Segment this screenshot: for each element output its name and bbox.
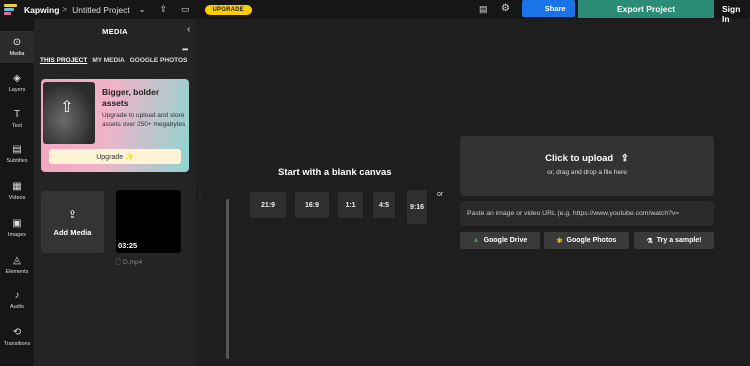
- media-url-input[interactable]: [460, 201, 714, 226]
- nav-label: Text: [11, 123, 23, 129]
- chevron-left-icon[interactable]: ‹: [187, 24, 190, 35]
- upload-title: Click to upload ⇪: [460, 153, 714, 164]
- sign-in-link[interactable]: Sign In: [722, 4, 750, 24]
- upload-icon: ⇪: [620, 153, 629, 164]
- transitions-icon: ⟲: [12, 327, 22, 338]
- chevron-down-icon[interactable]: ⌄: [139, 5, 146, 14]
- google-photos-label: Google Photos: [566, 237, 617, 244]
- media-panel: MEDIA ‹ ••• THIS PROJECT MY MEDIA GOOGLE…: [34, 19, 229, 366]
- upload-dropzone[interactable]: Click to upload ⇪ or, drag and drop a fi…: [460, 136, 714, 196]
- media-tabs: THIS PROJECT MY MEDIA GOOGLE PHOTOS: [40, 57, 187, 64]
- nav-label: Transitions: [3, 341, 31, 347]
- nav-label: Media: [9, 51, 25, 57]
- ratio-4-5-button[interactable]: 4:5: [373, 192, 395, 218]
- subtitles-icon: ▤: [12, 144, 22, 155]
- clip-name-label: D.mp4: [123, 259, 143, 266]
- gear-icon[interactable]: ⚙: [501, 3, 510, 14]
- nav-item-videos[interactable]: ▦ Videos: [0, 175, 34, 207]
- promo-description: Upgrade to upload and store assets over …: [102, 112, 186, 128]
- breadcrumb-separator: >: [62, 5, 68, 14]
- ratio-1-1-button[interactable]: 1:1: [338, 192, 363, 218]
- panel-resize-handle[interactable]: ⋮: [197, 190, 203, 197]
- brand-name[interactable]: Kapwing: [24, 5, 59, 15]
- file-icon: 🗋: [116, 259, 122, 266]
- add-media-label: Add Media: [53, 227, 92, 237]
- upload-title-label: Click to upload: [545, 153, 614, 164]
- nav-item-elements[interactable]: ◬ Elements: [0, 249, 34, 281]
- nav-label: Elements: [5, 269, 29, 275]
- subtitle-card-icon[interactable]: ▭: [181, 4, 190, 15]
- layers-icon: ◈: [13, 73, 21, 84]
- upload-icon: ⇪: [67, 208, 78, 221]
- ratio-9-16-button[interactable]: 9:16: [407, 190, 427, 224]
- media-clip-thumbnail[interactable]: 03:25: [116, 190, 181, 253]
- project-title[interactable]: Untitled Project: [72, 5, 130, 15]
- blank-canvas-title: Start with a blank canvas: [278, 167, 392, 178]
- tab-my-media[interactable]: MY MEDIA: [92, 57, 124, 64]
- add-user-icon: 👤: [531, 4, 541, 13]
- upload-icon[interactable]: ⇪: [159, 4, 167, 15]
- google-photos-icon: ✻: [556, 237, 563, 245]
- nav-label: Videos: [8, 195, 26, 201]
- text-icon: T: [13, 109, 21, 120]
- nav-label: Layers: [8, 87, 26, 93]
- nav-item-subtitles[interactable]: ▤ Subtitles: [0, 138, 34, 170]
- share-button[interactable]: 👤 Share: [522, 0, 575, 17]
- ratio-21-9-button[interactable]: 21:9: [250, 192, 286, 218]
- media-icon: ⊙: [12, 37, 22, 48]
- upgrade-promo-card: ⇧ Bigger, bolder assets Upgrade to uploa…: [41, 79, 189, 172]
- export-project-button[interactable]: Export Project: [578, 0, 714, 18]
- nav-item-audio[interactable]: ♪ Audio: [0, 284, 34, 316]
- nav-item-media[interactable]: ⊙ Media: [0, 31, 34, 63]
- audio-icon: ♪: [14, 290, 20, 301]
- kapwing-logo-icon[interactable]: [4, 3, 18, 16]
- videos-icon: ▦: [12, 181, 22, 192]
- left-nav: ⊙ Media ◈ Layers T Text ▤ Subtitles ▦ Vi…: [0, 19, 34, 366]
- google-photos-button[interactable]: ✻ Google Photos: [544, 232, 629, 249]
- more-options-icon[interactable]: •••: [182, 45, 188, 54]
- nav-label: Images: [7, 232, 27, 238]
- panel-title: MEDIA: [102, 27, 128, 36]
- add-media-button[interactable]: ⇪ Add Media: [41, 191, 104, 253]
- flask-icon: ⚗: [646, 237, 653, 245]
- panel-scrollbar[interactable]: [226, 199, 229, 359]
- google-drive-label: Google Drive: [483, 237, 528, 244]
- tab-google-photos[interactable]: GOOGLE PHOTOS: [130, 57, 188, 64]
- ratio-16-9-button[interactable]: 16:9: [295, 192, 329, 218]
- try-sample-label: Try a sample!: [656, 237, 702, 244]
- nav-item-transitions[interactable]: ⟲ Transitions: [0, 321, 34, 353]
- comment-icon[interactable]: ▤: [479, 4, 488, 15]
- nav-label: Audio: [9, 304, 25, 310]
- nav-item-images[interactable]: ▣ Images: [0, 212, 34, 244]
- google-drive-icon: ▲: [472, 237, 480, 244]
- images-icon: ▣: [12, 218, 22, 229]
- promo-title: Bigger, bolder assets: [102, 87, 160, 108]
- tab-this-project[interactable]: THIS PROJECT: [40, 57, 87, 64]
- elements-icon: ◬: [13, 255, 21, 266]
- share-label: Share: [544, 4, 566, 13]
- or-label: or: [437, 191, 444, 198]
- upload-subtitle: or, drag and drop a file here: [547, 169, 627, 176]
- nav-item-layers[interactable]: ◈ Layers: [0, 67, 34, 99]
- upgrade-button[interactable]: UPGRADE: [204, 4, 252, 15]
- nav-item-text[interactable]: T Text: [0, 103, 34, 135]
- google-drive-button[interactable]: ▲ Google Drive: [460, 232, 540, 249]
- clip-filename: 🗋 D.mp4: [116, 258, 142, 269]
- upload-arrow-icon: ⇧: [60, 99, 74, 116]
- promo-upgrade-button[interactable]: Upgrade ✨: [49, 149, 181, 164]
- clip-duration: 03:25: [118, 241, 138, 250]
- nav-label: Subtitles: [6, 158, 28, 164]
- try-sample-button[interactable]: ⚗ Try a sample!: [634, 232, 714, 249]
